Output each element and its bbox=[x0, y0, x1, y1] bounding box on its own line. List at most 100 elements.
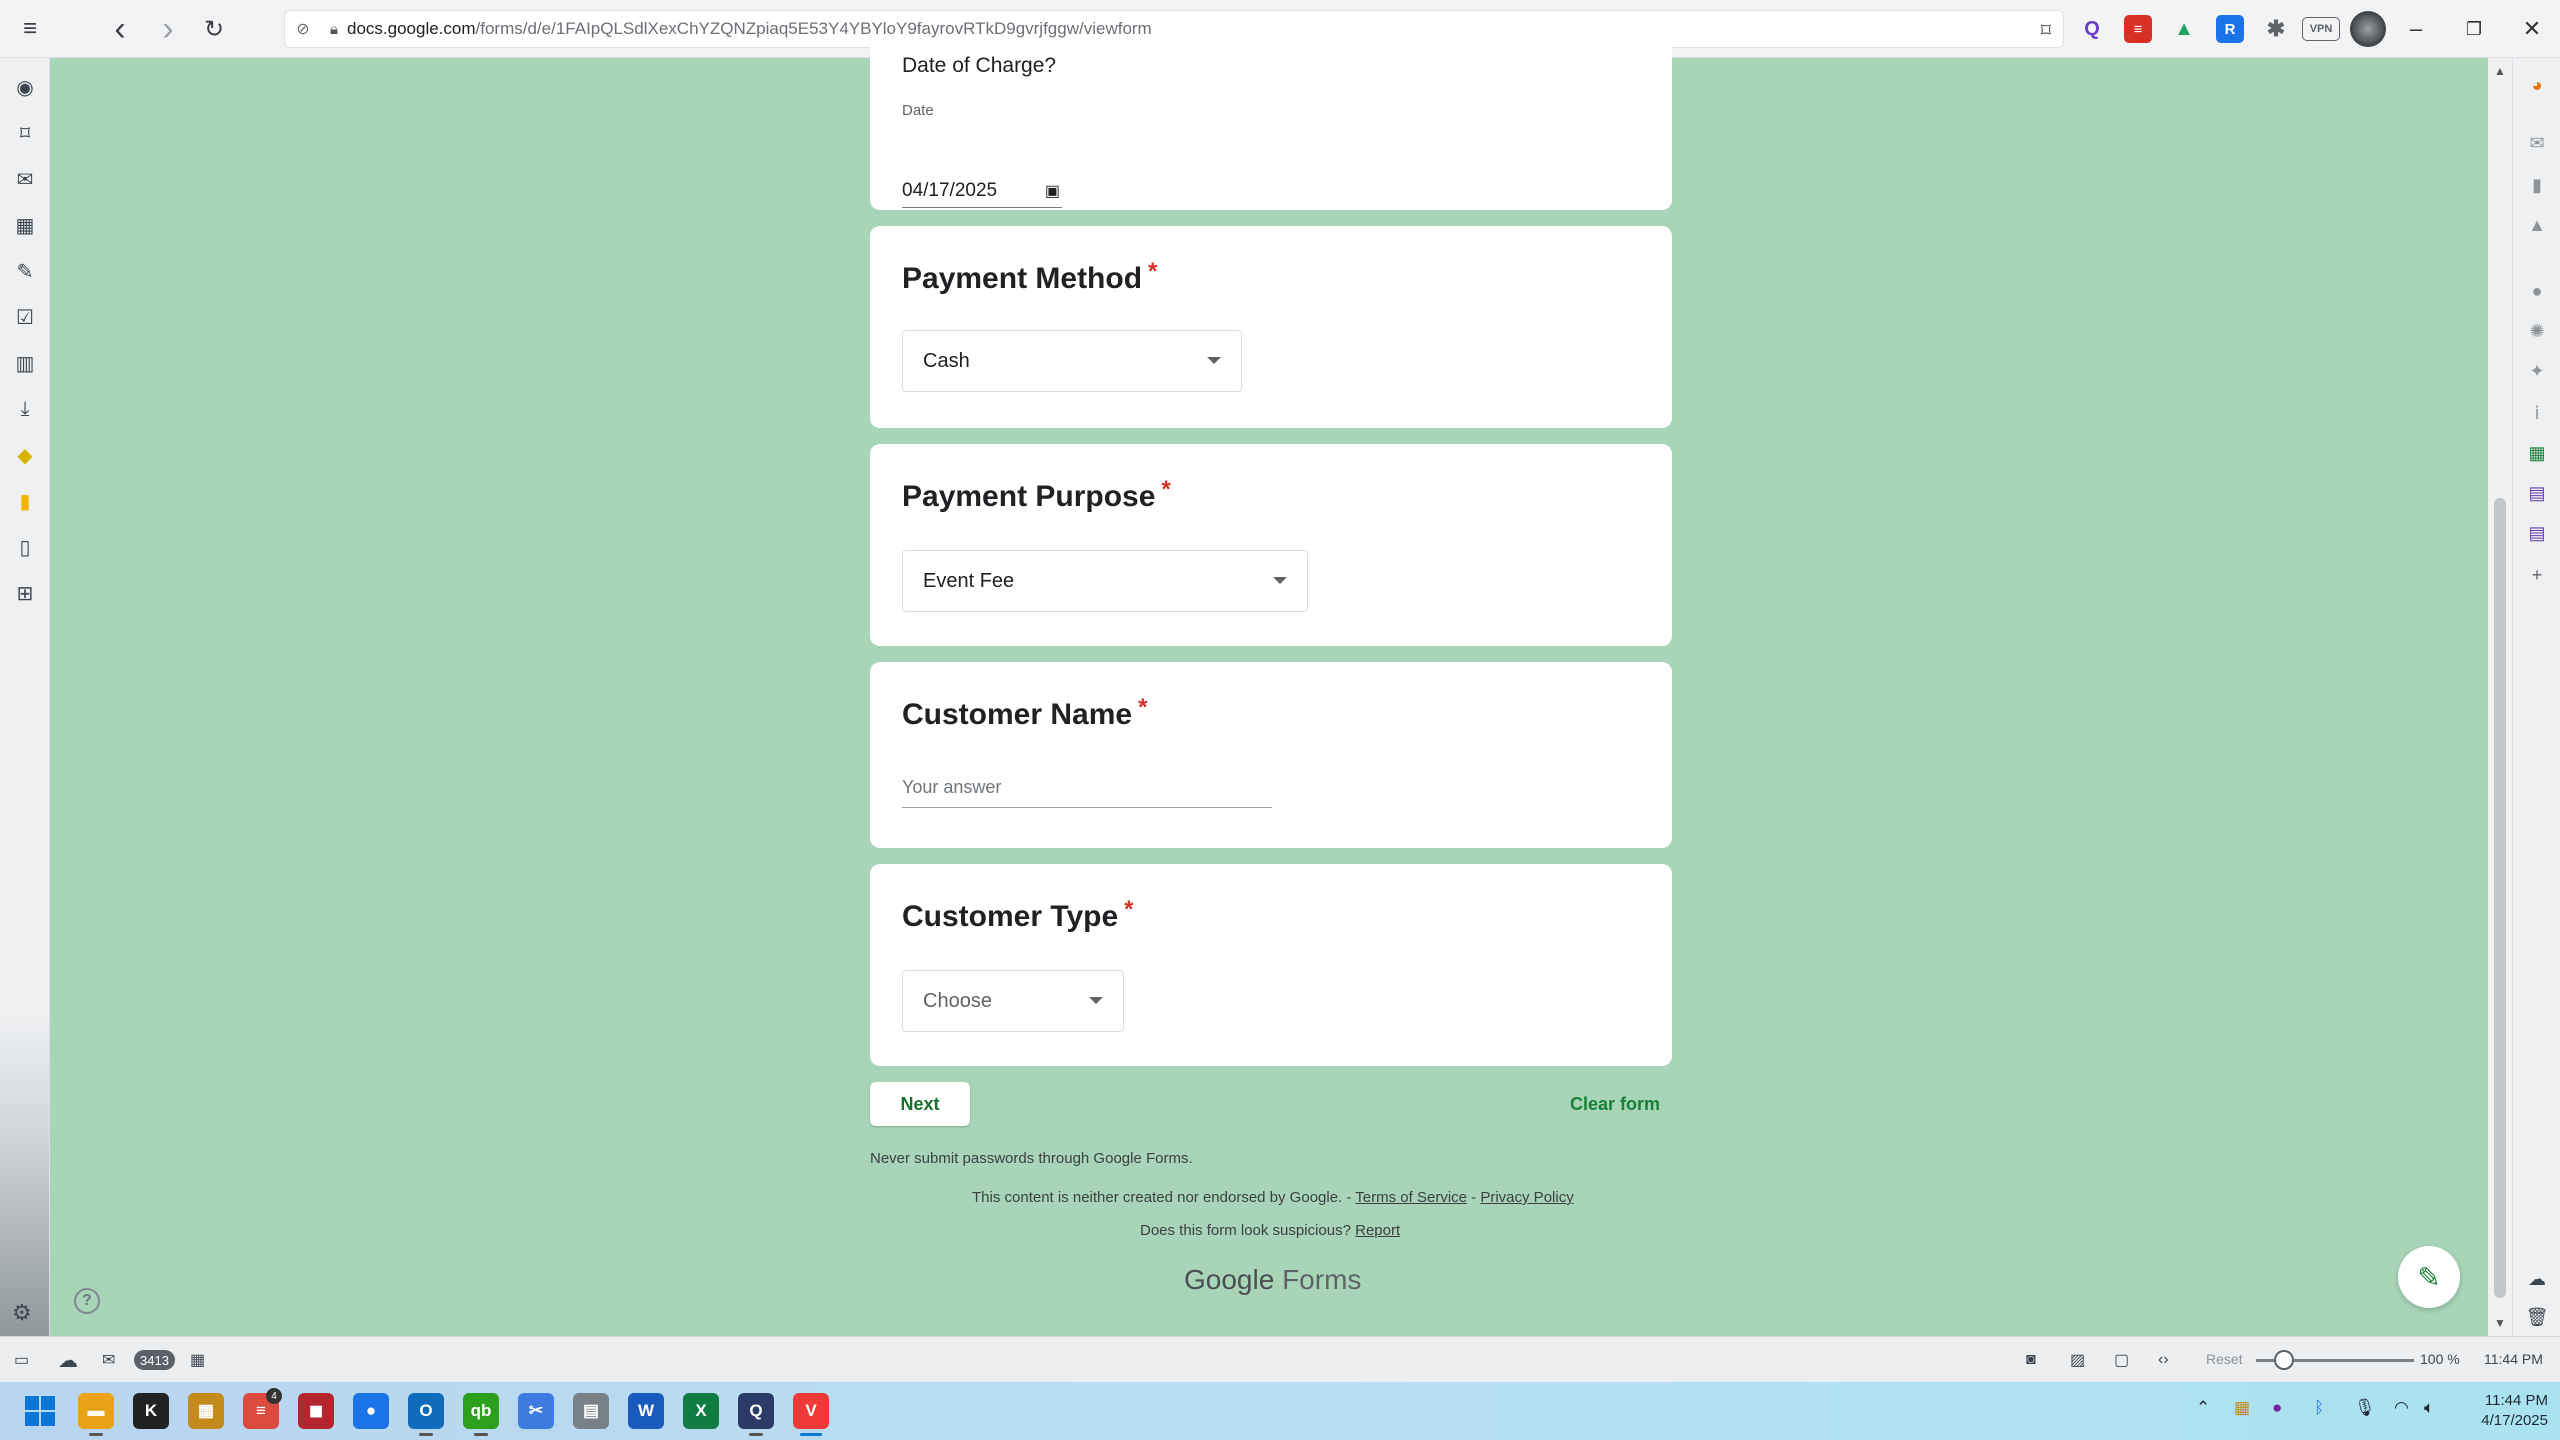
word-app-icon[interactable]: W bbox=[628, 1393, 664, 1429]
file-explorer-icon[interactable]: ▬ bbox=[78, 1393, 114, 1429]
tray-colorful-icon[interactable]: ● bbox=[2272, 1398, 2282, 1418]
notes-icon[interactable]: ✎ bbox=[10, 256, 40, 286]
scroll-down-icon[interactable]: ▼ bbox=[2492, 1316, 2508, 1330]
forms-side-icon[interactable]: ▤ bbox=[2522, 478, 2552, 508]
calendar-picker-icon[interactable]: ▣ bbox=[1045, 181, 1060, 201]
bookmarks-icon[interactable]: ⌑ bbox=[10, 118, 40, 148]
page-actions-icon[interactable]: ‹› bbox=[2158, 1347, 2169, 1373]
tray-chevron-icon[interactable]: ⌃ bbox=[2196, 1398, 2210, 1418]
search-ext-icon[interactable]: Q bbox=[2078, 15, 2106, 43]
suspicious-line: Does this form look suspicious? Report bbox=[1140, 1222, 1400, 1239]
restore-icon[interactable]: ❐ bbox=[2454, 12, 2494, 46]
vivaldi-logo-icon[interactable]: ◉ bbox=[10, 72, 40, 102]
windows-taskbar: ▬ K ▦ ≡ ◼ ● Oqb ✂ ▤ W X Q V 4 ⌃ ▦ ● ᛒ 🎙︎ ◠ 🔈︎ 11:44 … bbox=[0, 1382, 2560, 1440]
reload-icon[interactable]: ↻ bbox=[198, 13, 230, 45]
cloud-side-icon[interactable]: ☁ bbox=[2522, 1264, 2552, 1294]
password-warning: Never submit passwords through Google Fo… bbox=[870, 1150, 1193, 1167]
calendar-icon[interactable]: ▦ bbox=[10, 210, 40, 240]
trash-side-icon[interactable]: 🗑︎ bbox=[2522, 1302, 2552, 1332]
pdf-ext-icon[interactable]: ≡ bbox=[2124, 15, 2152, 43]
zoom-reset-button[interactable]: Reset bbox=[2206, 1351, 2243, 1367]
add-panel-icon[interactable]: ⊞ bbox=[10, 578, 40, 608]
privacy-link[interactable]: Privacy Policy bbox=[1480, 1189, 1573, 1206]
puzzle-ext-icon[interactable]: ✱ bbox=[2262, 15, 2290, 43]
close-icon[interactable]: ✕ bbox=[2512, 12, 2552, 46]
running-indicator bbox=[800, 1433, 822, 1436]
microphone-icon[interactable]: 🎙︎ bbox=[2354, 1398, 2376, 1418]
sync-cloud-icon[interactable]: ☁ bbox=[58, 1347, 78, 1373]
terms-link[interactable]: Terms of Service bbox=[1355, 1189, 1467, 1206]
panel-toggle-icon[interactable]: ▭ bbox=[14, 1347, 29, 1373]
keep-panel-icon[interactable]: ▮ bbox=[10, 486, 40, 516]
help-icon[interactable]: ? bbox=[74, 1288, 100, 1314]
chrome-app-icon[interactable]: ● bbox=[353, 1393, 389, 1429]
tray-app-icon[interactable]: ▦ bbox=[2234, 1398, 2250, 1418]
info-side-icon[interactable]: ⅰ bbox=[2522, 398, 2552, 428]
circle-side-icon[interactable]: ● bbox=[2522, 276, 2552, 306]
payment-method-select[interactable]: Cash bbox=[902, 330, 1242, 392]
clear-form-button[interactable]: Clear form bbox=[1560, 1082, 1670, 1126]
customer-type-select[interactable]: Choose bbox=[902, 970, 1124, 1032]
excel-app-icon[interactable]: X bbox=[683, 1393, 719, 1429]
page-tiling-icon[interactable]: ▢ bbox=[2114, 1347, 2129, 1373]
vivaldi-app-icon[interactable]: V bbox=[793, 1393, 829, 1429]
snipping-tool-icon[interactable]: ✂ bbox=[518, 1393, 554, 1429]
tasks-icon[interactable]: ☑ bbox=[10, 302, 40, 332]
lock-icon[interactable]: 🔒︎ bbox=[321, 21, 347, 38]
report-link[interactable]: Report bbox=[1355, 1222, 1400, 1239]
google-forms-logo[interactable]: Google Forms bbox=[1184, 1264, 1361, 1296]
app-panel-icon[interactable]: ◕ bbox=[2522, 70, 2552, 100]
keep-side-icon[interactable]: ▮ bbox=[2522, 170, 2552, 200]
add-side-icon[interactable]: + bbox=[2522, 560, 2552, 590]
zoom-slider-handle[interactable] bbox=[2274, 1350, 2294, 1370]
edit-pencil-icon[interactable]: ✎ bbox=[2398, 1246, 2460, 1308]
bookmark-icon[interactable]: ⌑ bbox=[2041, 18, 2051, 43]
page-scrollbar[interactable]: ▲ ▼ bbox=[2488, 58, 2512, 1336]
date-input[interactable]: 04/17/2025 ▣ bbox=[902, 174, 1062, 208]
scrollbar-thumb[interactable] bbox=[2494, 498, 2506, 1298]
chatgpt-side-icon[interactable]: ✺ bbox=[2522, 316, 2552, 346]
profile-avatar[interactable] bbox=[2350, 11, 2386, 47]
drive-side-icon[interactable]: ▲ bbox=[2522, 210, 2552, 240]
gmail-panel-icon[interactable]: ✉ bbox=[2522, 128, 2552, 158]
disclaimer-text: This content is neither created nor endo… bbox=[972, 1189, 1352, 1206]
windows-start-icon[interactable] bbox=[22, 1393, 58, 1429]
status-calendar-icon[interactable]: ▦ bbox=[190, 1347, 205, 1373]
sparkle-side-icon[interactable]: ✦ bbox=[2522, 356, 2552, 386]
wifi-icon[interactable]: ◠ bbox=[2394, 1398, 2409, 1418]
outlook-app-icon[interactable]: O bbox=[408, 1393, 444, 1429]
forms2-side-icon[interactable]: ▤ bbox=[2522, 518, 2552, 548]
red-app-icon[interactable]: ◼ bbox=[298, 1393, 334, 1429]
drive-ext-icon[interactable]: ▲ bbox=[2170, 15, 2198, 43]
downloads-icon[interactable]: ⤓ bbox=[10, 394, 40, 424]
search-app-icon[interactable]: Q bbox=[738, 1393, 774, 1429]
images-toggle-icon[interactable]: ▨ bbox=[2070, 1347, 2085, 1373]
mail-icon[interactable]: ✉ bbox=[10, 164, 40, 194]
gallery-app-icon[interactable]: ▦ bbox=[188, 1393, 224, 1429]
back-icon[interactable]: ‹ bbox=[104, 10, 136, 48]
document-panel-icon[interactable]: ▯ bbox=[10, 532, 40, 562]
menu-icon[interactable]: ≡ bbox=[14, 13, 46, 45]
site-shield-icon[interactable]: ⊘ bbox=[285, 19, 321, 39]
volume-icon[interactable]: 🔈︎ bbox=[2424, 1398, 2434, 1418]
web-panel-icon[interactable]: ◆ bbox=[10, 440, 40, 470]
settings-gear-icon[interactable]: ⚙ bbox=[12, 1300, 32, 1326]
sheets-side-icon[interactable]: ▦ bbox=[2522, 438, 2552, 468]
minimize-icon[interactable]: – bbox=[2396, 12, 2436, 46]
mail-count-badge[interactable]: 3413 bbox=[134, 1350, 175, 1370]
forward-icon[interactable]: › bbox=[152, 10, 184, 48]
status-mail-icon[interactable]: ✉ bbox=[102, 1347, 115, 1373]
bookmark-ext-icon[interactable]: R bbox=[2216, 15, 2244, 43]
reading-list-icon[interactable]: ▥ bbox=[10, 348, 40, 378]
capture-icon[interactable]: ◙ bbox=[2026, 1347, 2036, 1373]
payment-purpose-select[interactable]: Event Fee bbox=[902, 550, 1308, 612]
printer-app-icon[interactable]: ▤ bbox=[573, 1393, 609, 1429]
vpn-ext-icon[interactable]: VPN bbox=[2302, 17, 2340, 41]
customer-name-input[interactable]: Your answer bbox=[902, 768, 1272, 808]
bluetooth-icon[interactable]: ᛒ bbox=[2314, 1398, 2324, 1418]
k-app-icon[interactable]: K bbox=[133, 1393, 169, 1429]
quickbooks-app-icon[interactable]: qb bbox=[463, 1393, 499, 1429]
scroll-up-icon[interactable]: ▲ bbox=[2492, 64, 2508, 78]
next-button[interactable]: Next bbox=[870, 1082, 970, 1126]
taskbar-clock[interactable]: 11:44 PM 4/17/2025 bbox=[2448, 1391, 2548, 1431]
